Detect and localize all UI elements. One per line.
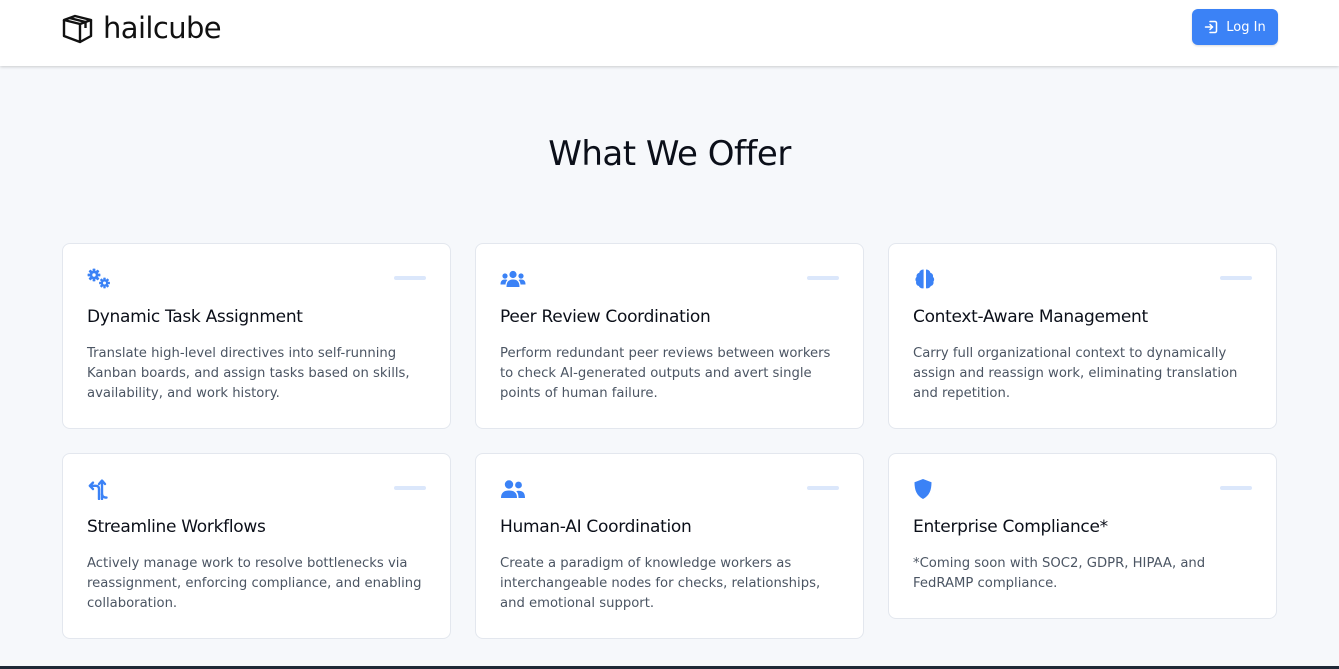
brand-logo[interactable]: hailcube bbox=[61, 10, 222, 46]
login-button[interactable]: Log In bbox=[1192, 9, 1278, 45]
decorative-bar bbox=[807, 276, 839, 280]
decorative-bar bbox=[394, 276, 426, 280]
decorative-bar bbox=[1220, 276, 1252, 280]
feature-card: Context-Aware Management Carry full orga… bbox=[888, 243, 1277, 429]
gears-icon bbox=[87, 268, 110, 289]
card-title: Enterprise Compliance* bbox=[913, 517, 1108, 537]
decorative-bar bbox=[394, 486, 426, 490]
feature-card: Streamline Workflows Actively manage wor… bbox=[62, 453, 451, 639]
card-title: Peer Review Coordination bbox=[500, 307, 711, 327]
section-title: What We Offer bbox=[548, 134, 791, 174]
card-title: Context-Aware Management bbox=[913, 307, 1148, 327]
users-icon bbox=[500, 270, 526, 287]
card-title: Dynamic Task Assignment bbox=[87, 307, 303, 327]
feature-card: Enterprise Compliance* *Coming soon with… bbox=[888, 453, 1277, 619]
card-description: Actively manage work to resolve bottlene… bbox=[87, 556, 422, 611]
card-description: Perform redundant peer reviews between w… bbox=[500, 346, 831, 401]
card-title: Human-AI Coordination bbox=[500, 517, 692, 537]
card-description: *Coming soon with SOC2, GDPR, HIPAA, and… bbox=[913, 556, 1206, 591]
decorative-bar bbox=[807, 486, 839, 490]
split-arrows-icon bbox=[88, 479, 108, 500]
login-label: Log In bbox=[1226, 19, 1266, 35]
login-icon bbox=[1205, 20, 1218, 34]
brain-icon bbox=[915, 269, 935, 289]
cube-icon bbox=[62, 14, 93, 43]
shield-icon bbox=[914, 479, 932, 499]
user-group-icon bbox=[501, 480, 525, 498]
brand-name: hailcube bbox=[103, 11, 222, 45]
card-title: Streamline Workflows bbox=[87, 517, 266, 537]
top-navbar: hailcube Log In bbox=[0, 0, 1339, 66]
feature-card: Dynamic Task Assignment Translate high-l… bbox=[62, 243, 451, 429]
feature-card: Human-AI Coordination Create a paradigm … bbox=[475, 453, 864, 639]
card-description: Carry full organizational context to dyn… bbox=[913, 346, 1238, 401]
feature-card: Peer Review Coordination Perform redunda… bbox=[475, 243, 864, 429]
card-description: Create a paradigm of knowledge workers a… bbox=[500, 556, 821, 611]
card-description: Translate high-level directives into sel… bbox=[87, 346, 410, 401]
decorative-bar bbox=[1220, 486, 1252, 490]
